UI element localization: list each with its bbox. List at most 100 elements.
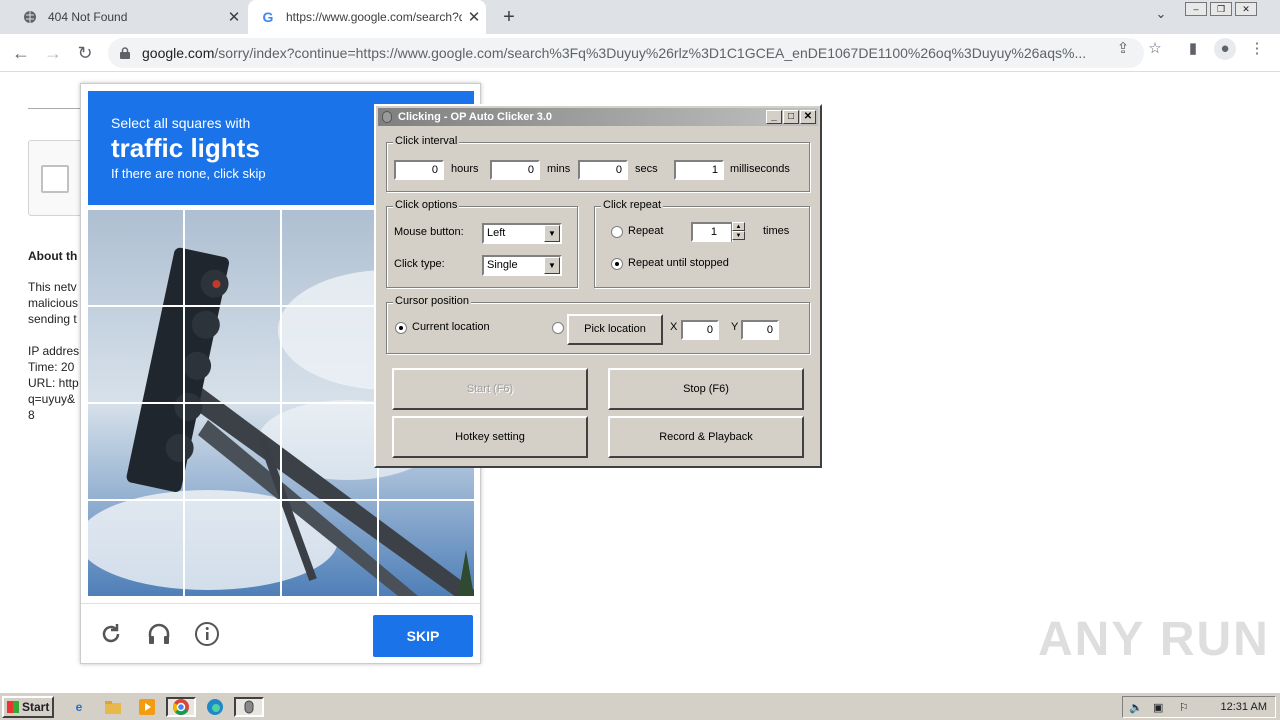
group-label: Click repeat xyxy=(601,199,664,211)
hours-field[interactable]: 0 xyxy=(394,160,444,180)
click-repeat-group: Click repeat Repeat 1 ▲ ▼ times Repeat un… xyxy=(594,199,810,288)
media-player-icon[interactable] xyxy=(136,697,158,717)
x-label: X xyxy=(670,321,678,333)
repeat-label: Repeat xyxy=(628,225,664,237)
divider xyxy=(28,108,88,109)
repeat-until-stopped-radio[interactable] xyxy=(611,258,623,270)
url-text: google.com/sorry/index?continue=https://… xyxy=(142,45,1087,61)
click-type-label: Click type: xyxy=(394,258,445,270)
click-type-value: Single xyxy=(487,259,518,271)
window-title: Clicking - OP Auto Clicker 3.0 xyxy=(398,111,553,123)
pick-location-radio[interactable] xyxy=(552,322,564,334)
audio-challenge-icon[interactable] xyxy=(145,620,173,648)
windows-logo-icon xyxy=(7,701,19,713)
current-location-radio[interactable] xyxy=(395,322,407,334)
edge-icon[interactable] xyxy=(204,697,226,717)
new-tab-button[interactable]: + xyxy=(496,4,522,30)
ie-icon[interactable]: e xyxy=(68,697,90,717)
reload-icon[interactable]: ↻ xyxy=(72,40,98,66)
secs-label: secs xyxy=(635,163,658,175)
tab-title: 404 Not Found xyxy=(48,10,128,24)
current-location-label: Current location xyxy=(412,321,490,333)
clock[interactable]: 12:31 AM xyxy=(1221,701,1267,713)
skip-button[interactable]: SKIP xyxy=(373,615,473,657)
chrome-icon[interactable] xyxy=(166,697,196,717)
stop-button[interactable]: Stop (F6) xyxy=(608,368,804,410)
click-type-select[interactable]: Single ▼ xyxy=(482,255,562,276)
hotkey-setting-button[interactable]: Hotkey setting xyxy=(392,416,588,458)
side-panel-icon[interactable]: ▮ xyxy=(1182,38,1204,60)
back-arrow-icon[interactable]: ← xyxy=(8,40,34,66)
dropdown-arrow-icon[interactable]: ▼ xyxy=(544,257,560,274)
about-heading: About th xyxy=(28,249,78,263)
dropdown-arrow-icon[interactable]: ▼ xyxy=(544,225,560,242)
tab-title: https://www.google.com/search?q= xyxy=(286,10,462,24)
minimize-button[interactable]: – xyxy=(1185,2,1207,16)
secs-field[interactable]: 0 xyxy=(578,160,628,180)
y-field[interactable]: 0 xyxy=(741,320,779,340)
repeat-radio[interactable] xyxy=(611,226,623,238)
mouse-button-select[interactable]: Left ▼ xyxy=(482,223,562,244)
click-interval-group: Click interval 0 hours 0 mins 0 secs 1 m… xyxy=(386,135,810,192)
google-g-icon: G xyxy=(262,9,274,25)
recaptcha-checkbox-widget xyxy=(28,140,88,216)
x-field[interactable]: 0 xyxy=(681,320,719,340)
restore-button[interactable]: ❐ xyxy=(1210,2,1232,16)
tab-google-search[interactable]: G https://www.google.com/search?q= ✕ xyxy=(248,0,486,34)
recaptcha-checkbox[interactable] xyxy=(41,165,69,193)
lock-icon[interactable] xyxy=(120,47,132,59)
close-tab-icon[interactable]: ✕ xyxy=(462,8,486,26)
star-icon[interactable]: ☆ xyxy=(1144,38,1166,60)
group-label: Cursor position xyxy=(393,295,471,307)
reload-challenge-icon[interactable] xyxy=(97,620,125,648)
profile-icon[interactable]: ● xyxy=(1214,38,1236,60)
page-line: sending t xyxy=(28,312,77,326)
page-line: Time: 20 xyxy=(28,360,75,374)
forward-arrow-icon[interactable]: → xyxy=(40,40,66,66)
record-playback-button[interactable]: Record & Playback xyxy=(608,416,804,458)
milliseconds-field[interactable]: 1 xyxy=(674,160,724,180)
close-button[interactable]: ✕ xyxy=(800,110,816,124)
start-button[interactable]: Start (F6) xyxy=(392,368,588,410)
spin-up-icon[interactable]: ▲ xyxy=(732,222,745,231)
auto-clicker-taskbar-icon[interactable] xyxy=(234,697,264,717)
menu-icon[interactable]: ⋮ xyxy=(1246,38,1268,60)
times-label: times xyxy=(763,225,790,237)
window-title-bar[interactable]: Clicking - OP Auto Clicker 3.0 _ □ ✕ xyxy=(378,108,818,126)
y-label: Y xyxy=(731,321,739,333)
page-line: q=uyuy& xyxy=(28,392,76,406)
globe-icon xyxy=(22,9,38,25)
volume-icon[interactable]: 🔈 xyxy=(1129,701,1143,714)
mouse-icon xyxy=(382,111,392,123)
tab-strip: 404 Not Found ✕ G https://www.google.com… xyxy=(0,0,1280,34)
start-label: Start xyxy=(22,700,50,714)
pick-location-button[interactable]: Pick location xyxy=(567,314,663,345)
page-line: IP addres xyxy=(28,344,80,358)
network-icon[interactable]: ▣ xyxy=(1153,701,1163,714)
window-controls: – ❐ ✕ xyxy=(1182,2,1257,16)
info-icon[interactable] xyxy=(193,620,221,648)
minimize-button[interactable]: _ xyxy=(766,110,782,124)
address-bar[interactable]: google.com/sorry/index?continue=https://… xyxy=(108,38,1144,68)
tab-404[interactable]: 404 Not Found ✕ xyxy=(10,0,246,34)
system-tray: 🔈 ▣ ⚐ 12:31 AM xyxy=(1122,696,1276,718)
maximize-button[interactable]: □ xyxy=(783,110,799,124)
close-window-button[interactable]: ✕ xyxy=(1235,2,1257,16)
repeat-count-field[interactable]: 1 xyxy=(691,222,733,242)
share-icon[interactable]: ⇪ xyxy=(1112,38,1134,60)
page-line: malicious xyxy=(28,296,79,310)
chevron-down-icon[interactable]: ⌄ xyxy=(1150,6,1172,28)
repeat-until-stopped-label: Repeat until stopped xyxy=(628,257,729,269)
repeat-spinner[interactable]: ▲ ▼ xyxy=(731,222,745,242)
close-tab-icon[interactable]: ✕ xyxy=(222,8,246,26)
folder-icon[interactable] xyxy=(102,697,124,717)
mins-field[interactable]: 0 xyxy=(490,160,540,180)
page-line: 8 xyxy=(28,408,35,422)
flag-icon[interactable]: ⚐ xyxy=(1179,701,1189,714)
spin-down-icon[interactable]: ▼ xyxy=(732,231,745,240)
mouse-button-value: Left xyxy=(487,227,506,239)
start-button[interactable]: Start xyxy=(2,696,54,718)
challenge-footer: SKIP xyxy=(81,603,480,663)
page-line: URL: http xyxy=(28,376,79,390)
taskbar: Start e 🔈 ▣ ⚐ 12:31 AM xyxy=(0,692,1280,720)
